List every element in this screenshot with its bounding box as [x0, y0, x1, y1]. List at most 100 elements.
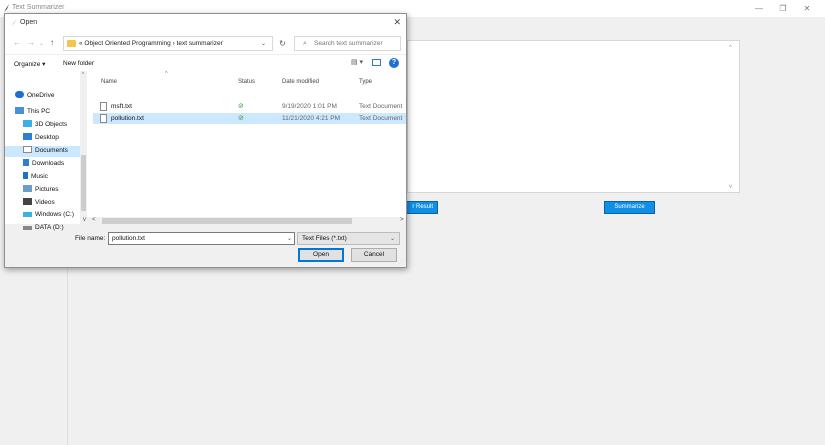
sort-indicator: ^: [165, 71, 168, 77]
nav-item-data-d[interactable]: DATA (D:): [23, 224, 64, 235]
nav-item-label: DATA (D:): [35, 224, 64, 231]
feather-icon: [4, 4, 9, 12]
nav-item-label: This PC: [27, 108, 51, 115]
text-file-icon: [100, 114, 107, 123]
back-arrow-icon[interactable]: ←: [13, 38, 21, 47]
open-button[interactable]: Open: [298, 248, 344, 262]
search-input[interactable]: ⌕ Search text summarizer: [294, 36, 401, 51]
file-type: Text Document: [359, 103, 403, 110]
nav-item-onedrive[interactable]: OneDrive: [15, 91, 54, 102]
summarize-button[interactable]: Summarize: [604, 201, 655, 214]
nav-item-label: Desktop: [35, 134, 59, 141]
text-input-area[interactable]: [407, 40, 740, 193]
preview-pane-icon[interactable]: [372, 59, 381, 66]
file-list: ^ Name Status Date modified Type msft.tx…: [87, 71, 406, 224]
nav-item-windows-c[interactable]: Windows (C:): [23, 211, 74, 222]
nav-item-downloads[interactable]: Downloads: [23, 159, 64, 170]
cancel-button[interactable]: Cancel: [351, 248, 397, 262]
file-date: 9/19/2020 1:01 PM: [282, 103, 337, 110]
forward-arrow-icon[interactable]: →: [27, 38, 35, 47]
folder-icon: [67, 40, 76, 47]
navigation-pane: OneDrive This PC 3D Objects Desktop Docu…: [5, 71, 87, 231]
file-name-value: pollution.txt: [112, 235, 145, 242]
nav-item-label: Music: [31, 173, 48, 180]
scroll-down-arrow[interactable]: v: [83, 217, 86, 223]
nav-pane-scroll-thumb[interactable]: [81, 155, 86, 211]
address-bar[interactable]: « Object Oriented Programming › text sum…: [63, 36, 273, 51]
desktop-icon: [23, 133, 32, 140]
text-scroll-up-arrow[interactable]: ^: [729, 45, 732, 51]
drive-icon: [23, 226, 32, 230]
text-file-icon: [100, 102, 107, 111]
nav-item-label: Windows (C:): [35, 211, 75, 218]
address-path: « Object Oriented Programming › text sum…: [79, 40, 223, 47]
file-type-filter-value: Text Files (*.txt): [302, 235, 347, 242]
nav-item-this-pc[interactable]: This PC: [15, 107, 50, 118]
file-type-filter[interactable]: Text Files (*.txt) ⌄: [297, 232, 400, 245]
film-icon: [23, 198, 32, 205]
column-header-date-modified[interactable]: Date modified: [282, 79, 319, 85]
cloud-icon: [15, 91, 24, 98]
chevron-down-icon[interactable]: ⌄: [390, 235, 395, 242]
file-list-hscrollbar[interactable]: < >: [87, 217, 406, 225]
nav-item-documents[interactable]: Documents: [5, 146, 80, 157]
new-folder-button[interactable]: New folder: [63, 60, 94, 67]
scroll-left-arrow[interactable]: <: [92, 217, 96, 223]
nav-item-pictures[interactable]: Pictures: [23, 185, 58, 196]
file-row[interactable]: pollution.txt ⊘ 11/21/2020 4:21 PM Text …: [93, 113, 406, 124]
navigation-bar: ← → ⌄ ↑ « Object Oriented Programming › …: [5, 32, 406, 54]
cube-icon: [23, 120, 32, 127]
document-icon: [23, 146, 32, 153]
search-placeholder: Search text summarizer: [314, 40, 383, 47]
file-date: 11/21/2020 4:21 PM: [282, 115, 341, 122]
scroll-up-arrow[interactable]: ^: [82, 72, 84, 78]
feather-icon: [12, 19, 16, 26]
minimize-button[interactable]: —: [748, 2, 770, 15]
file-name-input[interactable]: pollution.txt ⌄: [108, 232, 295, 245]
hscroll-thumb[interactable]: [102, 218, 352, 224]
music-note-icon: [23, 172, 28, 179]
nav-item-label: OneDrive: [27, 92, 55, 99]
organize-button[interactable]: Organize ▾: [14, 60, 45, 68]
up-folder-icon[interactable]: ↑: [50, 38, 54, 47]
picture-icon: [23, 185, 32, 192]
open-file-dialog: Open ✕ ← → ⌄ ↑ « Object Oriented Program…: [4, 13, 407, 268]
chevron-down-icon[interactable]: ⌄: [261, 40, 266, 47]
refresh-icon[interactable]: ↻: [275, 36, 290, 51]
column-header-status[interactable]: Status: [238, 79, 255, 85]
file-type: Text Document: [359, 115, 403, 122]
view-options-icon[interactable]: ▤ ▾: [351, 58, 363, 66]
computer-icon: [15, 107, 24, 114]
dialog-title: Open: [20, 19, 38, 26]
text-scroll-down-arrow[interactable]: v: [729, 184, 732, 190]
sync-status-icon: ⊘: [238, 115, 244, 122]
dialog-titlebar: Open ✕: [5, 14, 406, 32]
nav-item-label: 3D Objects: [35, 121, 68, 128]
nav-item-3d-objects[interactable]: 3D Objects: [23, 120, 67, 131]
search-icon: ⌕: [303, 40, 307, 47]
file-row[interactable]: msft.txt ⊘ 9/19/2020 1:01 PM Text Docume…: [93, 101, 406, 112]
text-header-area: [407, 21, 740, 41]
drive-icon: [23, 212, 32, 217]
chevron-down-icon[interactable]: ⌄: [287, 235, 292, 242]
maximize-button[interactable]: ❐: [772, 2, 794, 15]
resize-grip-icon[interactable]: ⋰: [399, 259, 404, 265]
scroll-right-arrow[interactable]: >: [400, 217, 404, 223]
file-name: pollution.txt: [111, 115, 144, 122]
column-header-type[interactable]: Type: [359, 79, 372, 85]
recent-locations-icon[interactable]: ⌄: [39, 40, 44, 47]
nav-item-label: Pictures: [35, 186, 59, 193]
file-name: msft.txt: [111, 103, 132, 110]
sync-status-icon: ⊘: [238, 103, 244, 110]
dialog-close-button[interactable]: ✕: [393, 17, 401, 28]
nav-item-desktop[interactable]: Desktop: [23, 133, 59, 144]
column-header-name[interactable]: Name: [101, 79, 117, 85]
nav-item-label: Documents: [35, 147, 68, 154]
nav-item-videos[interactable]: Videos: [23, 198, 55, 209]
help-icon[interactable]: ?: [389, 58, 399, 68]
nav-item-label: Downloads: [32, 160, 65, 167]
nav-item-music[interactable]: Music: [23, 172, 48, 183]
file-name-label: File name:: [75, 235, 106, 242]
app-close-button[interactable]: ✕: [796, 2, 818, 15]
download-arrow-icon: [23, 159, 29, 166]
